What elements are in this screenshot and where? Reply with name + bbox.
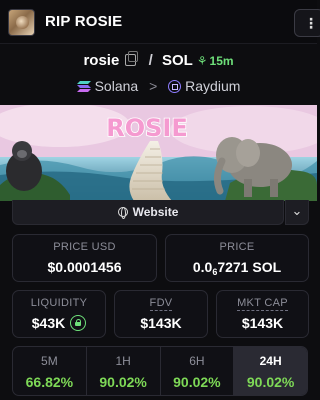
tab-change: 90.02% xyxy=(173,374,221,390)
fdv-value: $143K xyxy=(140,315,182,331)
mkt-cap-card: MKT CAP $143K xyxy=(216,290,309,338)
tab-label: 24H xyxy=(259,354,282,368)
top-bar: RIP ROSIE ⋮ xyxy=(0,0,320,44)
dex-link[interactable]: Raydium xyxy=(185,78,240,94)
banner-logo-text: ROSIE xyxy=(106,114,188,142)
pair-separator: / xyxy=(148,52,153,69)
copy-icon[interactable] xyxy=(125,51,139,66)
price-usd-label: PRICE USD xyxy=(53,241,116,253)
liquidity-value-row: $43K xyxy=(13,315,105,331)
price-usd-value: $0.0001456 xyxy=(47,259,122,275)
quote-symbol: SOL xyxy=(162,52,193,69)
tab-change: 90.02% xyxy=(246,374,295,390)
links-expand-button[interactable]: ⌄ xyxy=(285,200,309,225)
tab-6h[interactable]: 6H 90.02% xyxy=(161,347,235,395)
pair-age: 15m xyxy=(209,54,234,68)
price-native-label: PRICE xyxy=(219,241,255,253)
token-avatar xyxy=(8,9,35,36)
page-title: RIP ROSIE xyxy=(45,13,123,30)
tab-label: 5M xyxy=(41,354,58,368)
pair-row: rosie / SOL ⚘ 15m xyxy=(0,51,317,69)
tab-change: 66.82% xyxy=(25,374,74,390)
website-label: Website xyxy=(132,205,179,219)
price-native-card: PRICE 0.067271 SOL xyxy=(165,234,309,282)
liquidity-card: LIQUIDITY $43K xyxy=(12,290,106,338)
chain-link[interactable]: Solana xyxy=(95,78,139,94)
liquidity-value: $43K xyxy=(31,315,66,331)
tab-change: 90.02% xyxy=(99,374,147,390)
banner-art: ROSIE xyxy=(0,105,317,201)
price-usd-card: PRICE USD $0.0001456 xyxy=(12,234,157,282)
chevron-down-icon: ⌄ xyxy=(291,203,303,218)
token-symbol: rosie xyxy=(83,52,120,69)
globe-icon xyxy=(117,207,128,219)
price-native-value: 0.067271 SOL xyxy=(192,259,282,277)
mkt-cap-value: $143K xyxy=(241,315,284,331)
tab-1h[interactable]: 1H 90.02% xyxy=(87,347,161,395)
fdv-label: FDV xyxy=(149,297,173,311)
tab-label: 1H xyxy=(115,354,131,368)
more-menu-button[interactable]: ⋮ xyxy=(294,9,320,37)
website-button[interactable]: Website xyxy=(12,200,284,225)
tab-5m[interactable]: 5M 66.82% xyxy=(13,347,87,395)
more-vertical-icon: ⋮ xyxy=(304,15,318,31)
chevron-right-icon: > xyxy=(149,78,158,94)
timeframe-tabs: 5M 66.82% 1H 90.02% 6H 90.02% 24H 90.02% xyxy=(12,346,308,396)
solana-icon xyxy=(76,81,91,92)
fdv-card: FDV $143K xyxy=(114,290,208,338)
tab-label: 6H xyxy=(189,354,205,368)
liquidity-label: LIQUIDITY xyxy=(30,297,88,309)
token-banner: ROSIE xyxy=(0,105,317,201)
chain-row: Solana > Raydium xyxy=(0,78,317,94)
mkt-cap-label: MKT CAP xyxy=(237,297,288,311)
lock-icon[interactable] xyxy=(70,315,87,331)
sprout-icon: ⚘ xyxy=(196,54,208,68)
raydium-icon xyxy=(168,80,182,93)
tab-24h[interactable]: 24H 90.02% xyxy=(234,347,307,395)
